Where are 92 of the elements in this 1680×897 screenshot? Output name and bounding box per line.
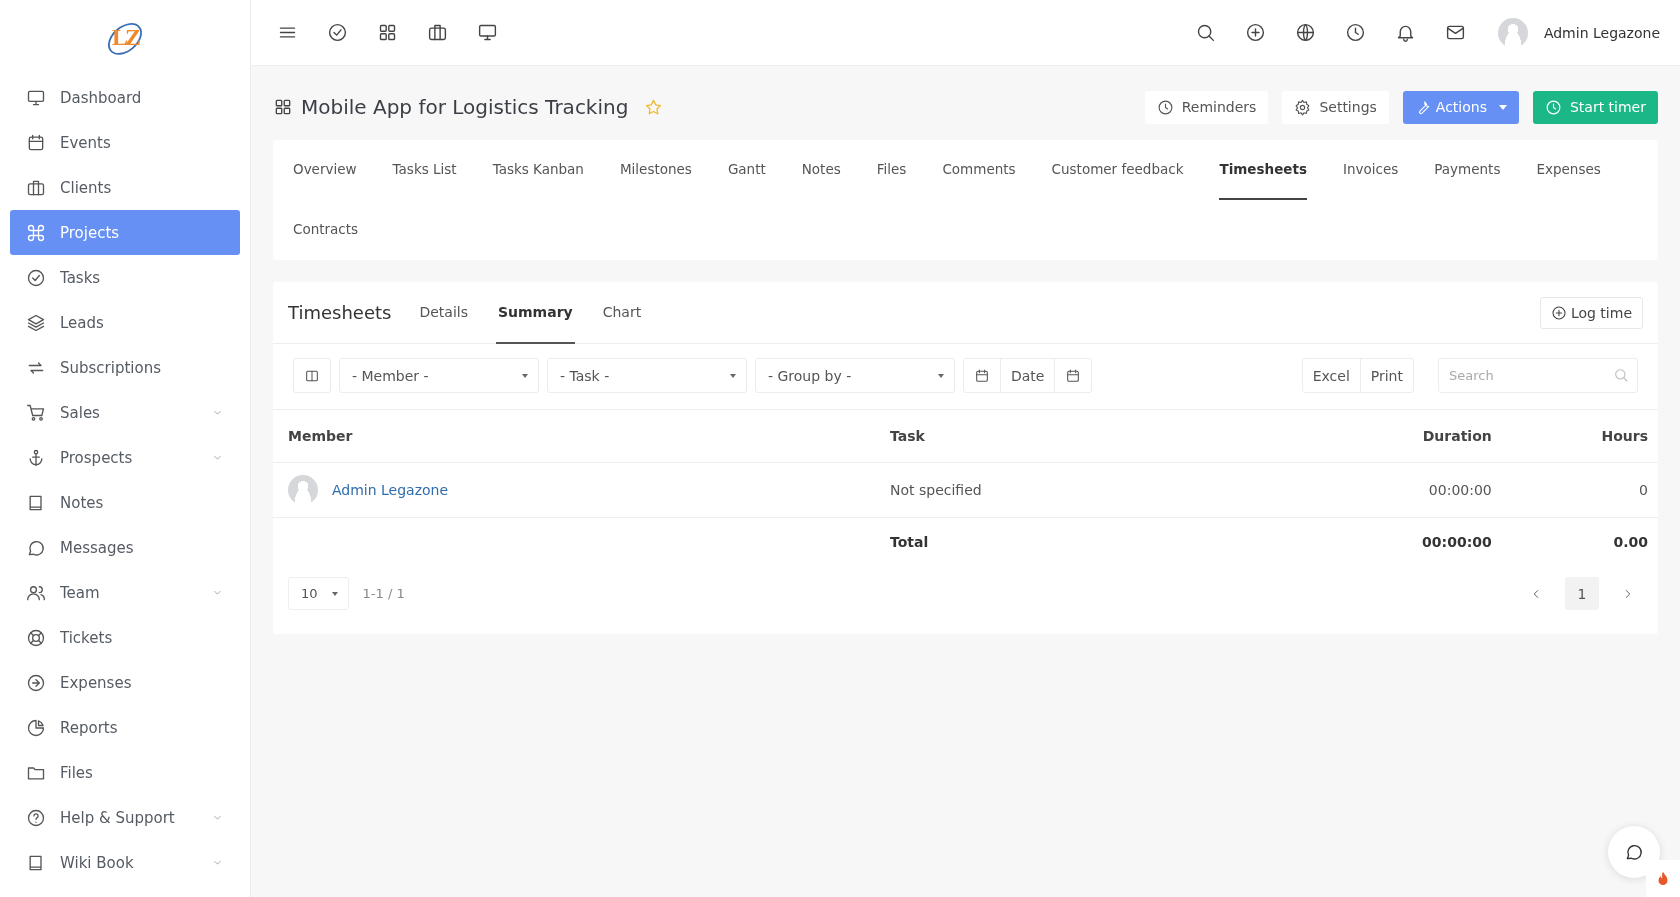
sidebar-item[interactable]: Help & Support [10,795,240,840]
user-name[interactable]: Admin Legazone [1543,24,1660,41]
tab[interactable]: Expenses [1536,140,1601,200]
monitor-icon [476,22,498,43]
briefcase-icon [426,22,448,43]
tab[interactable]: Tasks List [392,140,457,200]
table-cell: Total [875,517,1295,567]
page-button[interactable]: Reminders [1144,90,1269,124]
clock-icon [1544,98,1562,116]
avatar [1497,17,1528,48]
page-button[interactable]: 1 [1565,577,1599,610]
columns-button[interactable] [293,358,331,393]
export-button[interactable]: Excel [1302,359,1360,392]
export-button[interactable]: Print [1359,359,1413,392]
page-button[interactable]: Settings [1282,90,1389,124]
globe-icon [1295,22,1317,43]
tab[interactable]: Gantt [727,140,766,200]
column-header: Task [875,410,1295,462]
arrow-circle-icon [26,672,46,693]
tab[interactable]: Invoices [1343,140,1399,200]
filter-dropdown[interactable]: - Task - [547,358,747,393]
check-circle-icon [326,22,348,43]
page-range: 1-1 / 1 [362,586,405,601]
member-link[interactable]: Admin Legazone [332,481,449,498]
sidebar-item[interactable]: Wiki Book [10,840,240,885]
tab[interactable]: Comments [942,140,1016,200]
tab[interactable]: Milestones [619,140,692,200]
command-icon [26,222,46,243]
flame-badge[interactable] [1646,860,1680,897]
filter-dropdown[interactable]: - Member - [339,358,539,393]
table-cell: 0 [1501,462,1658,517]
sidebar-item[interactable]: Messages [10,525,240,570]
clock-icon [1156,98,1174,116]
sidebar-item[interactable]: Tasks [10,255,240,300]
cart-icon [26,402,46,423]
sidebar-item[interactable]: Subscriptions [10,345,240,390]
sidebar-item[interactable]: Sales [10,390,240,435]
search-icon [1195,22,1217,43]
tab[interactable]: Tasks Kanban [492,140,584,200]
sidebar-item[interactable]: Clients [10,165,240,210]
clock-icon [1345,22,1367,43]
tab[interactable]: Timesheets [1219,140,1307,200]
plus-circle-icon [1245,22,1267,43]
plus-circle-icon [1550,304,1567,321]
logo-text: LZ [112,24,138,51]
sidebar-item[interactable]: Team [10,570,240,615]
page-title: Mobile App for Logistics Tracking [301,95,629,119]
sidebar-item[interactable]: Expenses [10,660,240,705]
sidebar-item[interactable]: Notes [10,480,240,525]
pie-chart-icon [26,717,46,738]
table-cell: 0.00 [1501,517,1658,567]
tab[interactable]: Customer feedback [1051,140,1184,200]
help-icon [26,807,46,828]
subtab[interactable]: Summary [495,281,575,344]
column-header: Duration [1295,410,1502,462]
sidebar-item[interactable]: Reports [10,705,240,750]
panel-title: Timesheets [288,302,392,323]
sidebar-item[interactable]: Tickets [10,615,240,660]
calendar-icon [974,367,990,384]
layers-icon [26,312,46,333]
search-icon [1613,367,1629,383]
subtab[interactable]: Details [417,281,470,344]
sidebar-item[interactable]: Dashboard [10,75,240,120]
lifebuoy-icon [26,627,46,648]
page-size-dropdown[interactable]: 10 [288,577,349,610]
log-time-button[interactable]: Log time [1539,296,1643,329]
sidebar-item[interactable]: Leads [10,300,240,345]
table-cell: Not specified [875,462,1295,517]
sidebar-item[interactable]: Files [10,750,240,795]
tab[interactable]: Overview [293,140,357,200]
filter-dropdown[interactable]: - Group by - [755,358,955,393]
sidebar-item[interactable]: Events [10,120,240,165]
table-cell: 00:00:00 [1295,517,1502,567]
avatar [288,474,318,505]
subtab[interactable]: Chart [600,281,644,344]
chat-bubble-icon [1624,842,1644,862]
tab[interactable]: Contracts [293,200,359,260]
date-label: Date [1000,359,1056,392]
tab[interactable]: Files [876,140,907,200]
tab[interactable]: Payments [1434,140,1501,200]
search-field[interactable]: Search [1438,358,1638,393]
sidebar-item[interactable]: Prospects [10,435,240,480]
column-header: Member [273,410,875,462]
table-cell: 00:00:00 [1295,462,1502,517]
check-circle-icon [26,267,46,288]
calendar-icon [1065,367,1082,384]
column-header: Hours [1501,410,1658,462]
chat-button[interactable] [1608,826,1660,878]
tab[interactable]: Notes [801,140,841,200]
gear-icon [1294,98,1312,116]
grid-icon [273,97,293,117]
calendar-icon [26,132,46,153]
